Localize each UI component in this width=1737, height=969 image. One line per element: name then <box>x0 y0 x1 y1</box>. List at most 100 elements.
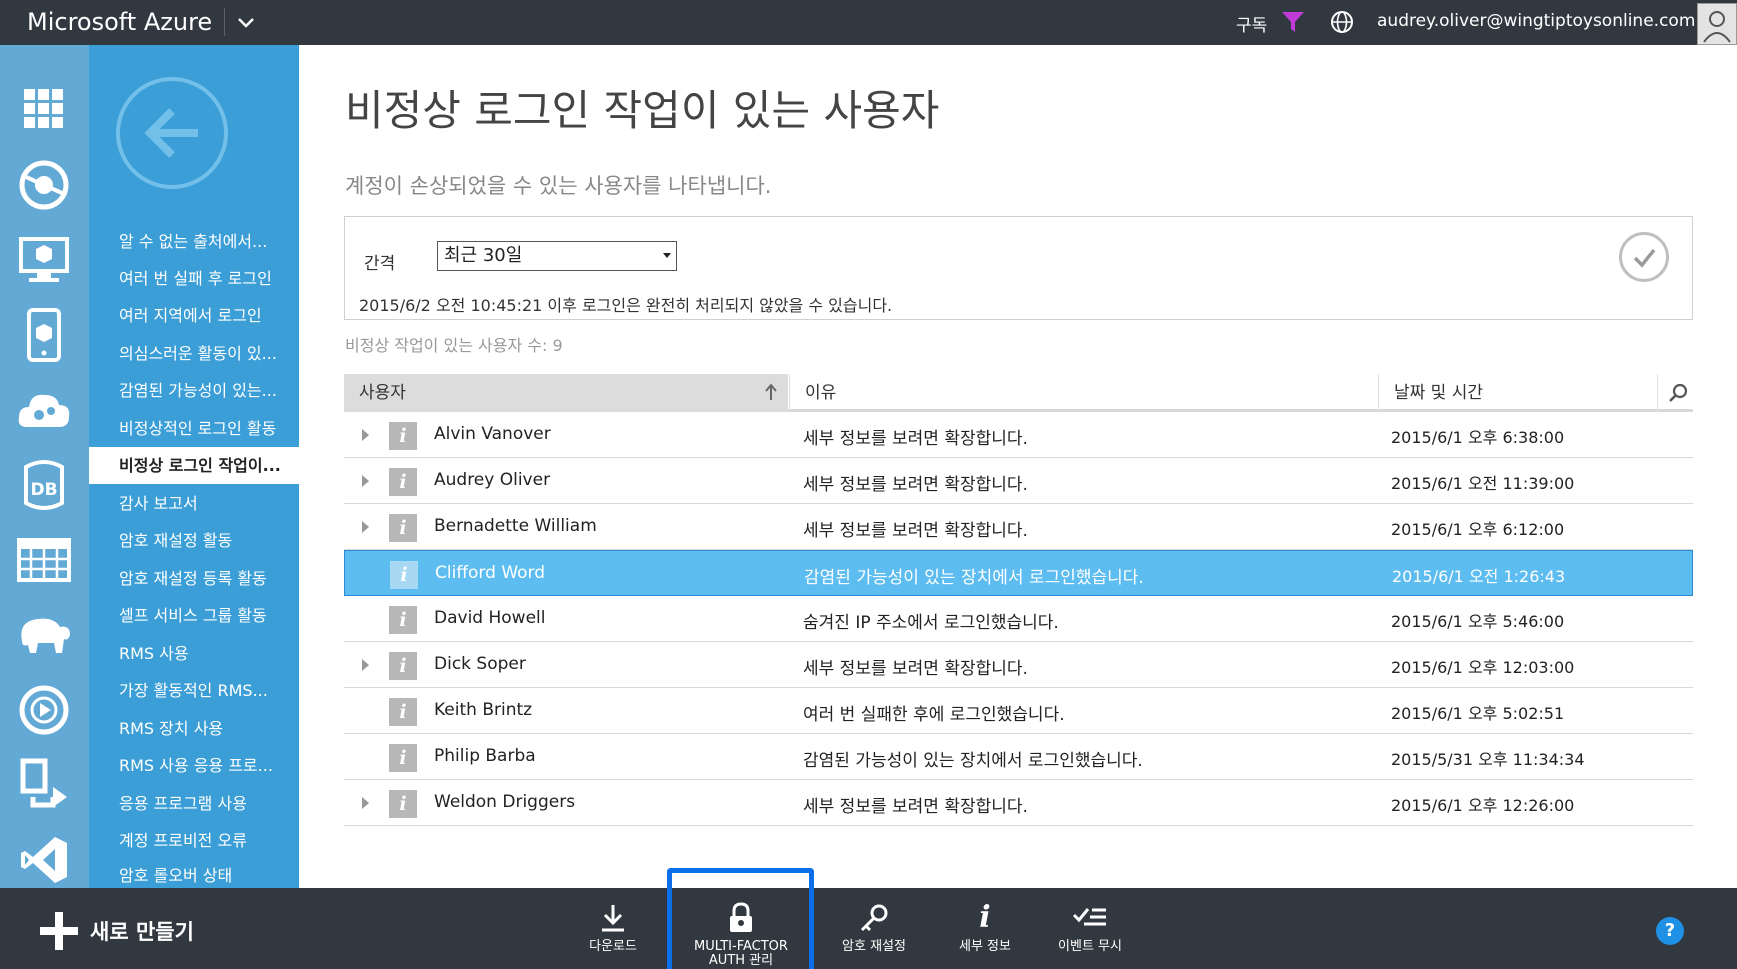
table-row[interactable]: i Bernadette William 세부 정보를 보려면 확장합니다. 2015… <box>344 504 1693 550</box>
cell-reason: 세부 정보를 보려면 확장합니다. <box>803 521 1028 541</box>
mobile-services-icon[interactable] <box>14 305 74 365</box>
nav-item-password-rollover-status[interactable]: 암호 롤오버 상태 <box>89 857 299 888</box>
cell-date: 2015/6/1 오후 6:12:00 <box>1391 520 1565 539</box>
nav-item-password-reset-registration[interactable]: 암호 재설정 등록 활동 <box>89 560 299 597</box>
cell-reason: 세부 정보를 보려면 확장합니다. <box>803 659 1028 679</box>
details-button[interactable]: i 세부 정보 <box>930 898 1040 954</box>
expand-icon[interactable] <box>362 659 369 671</box>
table-row[interactable]: i David Howell 숨겨진 IP 주소에서 로그인했습니다. 2015/6/… <box>344 596 1693 642</box>
nav-item-application-usage[interactable]: 응용 프로그램 사용 <box>89 785 299 822</box>
user-email[interactable]: audrey.oliver@wingtiptoysonline.com <box>1377 11 1695 31</box>
cell-reason: 세부 정보를 보려면 확장합니다. <box>803 475 1028 495</box>
cell-date: 2015/6/1 오후 6:38:00 <box>1391 428 1565 447</box>
table-header: 사용자 이유 날짜 및 시간 <box>344 374 1693 412</box>
cell-date: 2015/6/1 오후 12:03:00 <box>1391 658 1575 677</box>
cell-reason: 세부 정보를 보려면 확장합니다. <box>803 429 1028 449</box>
interval-select-value: 최근 30일 <box>444 245 523 266</box>
cloud-services-icon[interactable] <box>14 380 74 440</box>
info-icon[interactable]: i <box>389 698 417 726</box>
sub-navigation: 알 수 없는 출처에서... 여러 번 실패 후 로그인 여러 지역에서 로그인… <box>89 45 299 888</box>
nav-item-most-active-rms[interactable]: 가장 활동적인 RMS... <box>89 672 299 709</box>
column-header-date[interactable]: 날짜 및 시간 <box>1378 374 1657 412</box>
all-items-icon[interactable] <box>14 79 74 139</box>
new-button[interactable]: 새로 만들기 <box>40 912 194 950</box>
table-search-button[interactable] <box>1657 374 1693 412</box>
nav-item-anomalous-signin-users[interactable]: 비정상 로그인 작업이... <box>89 447 299 484</box>
nav-item-rms-enabled-apps[interactable]: RMS 사용 응용 프로... <box>89 747 299 784</box>
help-button[interactable]: ? <box>1656 917 1684 945</box>
info-icon[interactable]: i <box>389 744 417 772</box>
table-row[interactable]: i Audrey Oliver 세부 정보를 보려면 확장합니다. 2015/6/1 … <box>344 458 1693 504</box>
table-row[interactable]: i Keith Brintz 여러 번 실패한 후에 로그인했습니다. 2015/6/… <box>344 688 1693 734</box>
nav-item-password-reset-activity[interactable]: 암호 재설정 활동 <box>89 522 299 559</box>
nav-item-self-service-groups[interactable]: 셀프 서비스 그룹 활동 <box>89 597 299 634</box>
cell-reason: 숨겨진 IP 주소에서 로그인했습니다. <box>803 613 1059 633</box>
info-icon[interactable]: i <box>389 790 417 818</box>
expand-icon[interactable] <box>362 429 369 441</box>
apply-button[interactable] <box>1619 232 1669 282</box>
nav-item-unknown-sources[interactable]: 알 수 없는 출처에서... <box>89 223 299 260</box>
table-row[interactable]: i Clifford Word 감염된 가능성이 있는 장치에서 로그인했습니다. 2… <box>344 550 1693 596</box>
service-bus-icon[interactable] <box>14 755 74 815</box>
storage-icon[interactable] <box>14 530 74 590</box>
websites-icon[interactable] <box>14 155 74 215</box>
table-row[interactable]: i Alvin Vanover 세부 정보를 보려면 확장합니다. 2015/6/1 … <box>344 412 1693 458</box>
command-bar: 새로 만들기 다운로드 MULTI-FACTOR AUTH 관리 암호 재설정 … <box>0 888 1737 969</box>
expand-icon[interactable] <box>362 475 369 487</box>
sort-ascending-icon[interactable] <box>764 383 778 401</box>
cell-user: Dick Soper <box>434 654 526 674</box>
brand-title[interactable]: Microsoft Azure <box>27 8 212 36</box>
hdinsight-icon[interactable] <box>14 605 74 665</box>
nav-item-rms-usage[interactable]: RMS 사용 <box>89 635 299 672</box>
top-bar: Microsoft Azure 구독 audrey.oliver@wingtip… <box>0 0 1737 45</box>
reset-password-button[interactable]: 암호 재설정 <box>819 898 929 954</box>
filter-icon[interactable] <box>1281 11 1305 33</box>
globe-icon[interactable] <box>1330 10 1354 34</box>
column-header-reason[interactable]: 이유 <box>789 374 1378 412</box>
avatar[interactable] <box>1697 3 1737 45</box>
download-button[interactable]: 다운로드 <box>558 898 668 954</box>
nav-item-signin-after-failures[interactable]: 여러 번 실패 후 로그인 <box>89 260 299 297</box>
chevron-down-icon[interactable] <box>235 10 257 34</box>
info-icon[interactable]: i <box>389 468 417 496</box>
nav-item-rms-device-usage[interactable]: RMS 장치 사용 <box>89 710 299 747</box>
info-icon[interactable]: i <box>389 606 417 634</box>
nav-item-infected-devices[interactable]: 감염된 가능성이 있는... <box>89 372 299 409</box>
expand-icon[interactable] <box>362 797 369 809</box>
page-description: 계정이 손상되었을 수 있는 사용자를 나타냅니다. <box>345 174 772 198</box>
svg-text:DB: DB <box>30 480 57 500</box>
column-header-user[interactable]: 사용자 <box>344 374 788 412</box>
nav-item-suspicious-activity[interactable]: 의심스러운 활동이 있... <box>89 335 299 372</box>
info-icon[interactable]: i <box>389 652 417 680</box>
info-icon[interactable]: i <box>390 561 418 589</box>
cell-date: 2015/6/1 오후 5:02:51 <box>1391 704 1565 723</box>
info-icon[interactable]: i <box>389 422 417 450</box>
visual-studio-icon[interactable] <box>14 830 74 890</box>
nav-item-account-provisioning-errors[interactable]: 계정 프로비전 오류 <box>89 822 299 859</box>
sql-databases-icon[interactable]: DB <box>14 455 74 515</box>
nav-item-signin-multiple-regions[interactable]: 여러 지역에서 로그인 <box>89 297 299 334</box>
subscriptions-label[interactable]: 구독 <box>1236 11 1267 36</box>
media-services-icon[interactable] <box>14 680 74 740</box>
ignore-event-label: 이벤트 무시 <box>1058 939 1122 954</box>
processing-note: 2015/6/2 오전 10:45:21 이후 로그인은 완전히 처리되지 않았… <box>359 296 893 315</box>
interval-select[interactable]: 최근 30일 <box>437 241 677 271</box>
info-icon[interactable]: i <box>389 514 417 542</box>
nav-item-audit-report[interactable]: 감사 보고서 <box>89 485 299 522</box>
nav-item-irregular-signin[interactable]: 비정상적인 로그인 활동 <box>89 410 299 447</box>
cell-user: Weldon Driggers <box>434 792 576 812</box>
virtual-machines-icon[interactable] <box>14 230 74 290</box>
table-row[interactable]: i Philip Barba 감염된 가능성이 있는 장치에서 로그인했습니다. 20… <box>344 734 1693 780</box>
user-avatar-icon <box>1703 11 1731 43</box>
back-button[interactable] <box>116 77 228 189</box>
user-count: 비정상 작업이 있는 사용자 수: 9 <box>345 336 563 355</box>
ignore-event-button[interactable]: 이벤트 무시 <box>1035 898 1145 954</box>
table-row[interactable]: i Dick Soper 세부 정보를 보려면 확장합니다. 2015/6/1 오후 … <box>344 642 1693 688</box>
checkmark-icon <box>1633 248 1656 268</box>
filter-panel: 간격 최근 30일 2015/6/2 오전 10:45:21 이후 로그인은 완… <box>344 216 1693 320</box>
dropdown-arrow-icon <box>663 253 671 258</box>
interval-label: 간격 <box>364 254 396 274</box>
main-content: 비정상 로그인 작업이 있는 사용자 계정이 손상되었을 수 있는 사용자를 나… <box>299 45 1737 888</box>
table-row[interactable]: i Weldon Driggers 세부 정보를 보려면 확장합니다. 2015/6/… <box>344 780 1693 826</box>
expand-icon[interactable] <box>362 521 369 533</box>
